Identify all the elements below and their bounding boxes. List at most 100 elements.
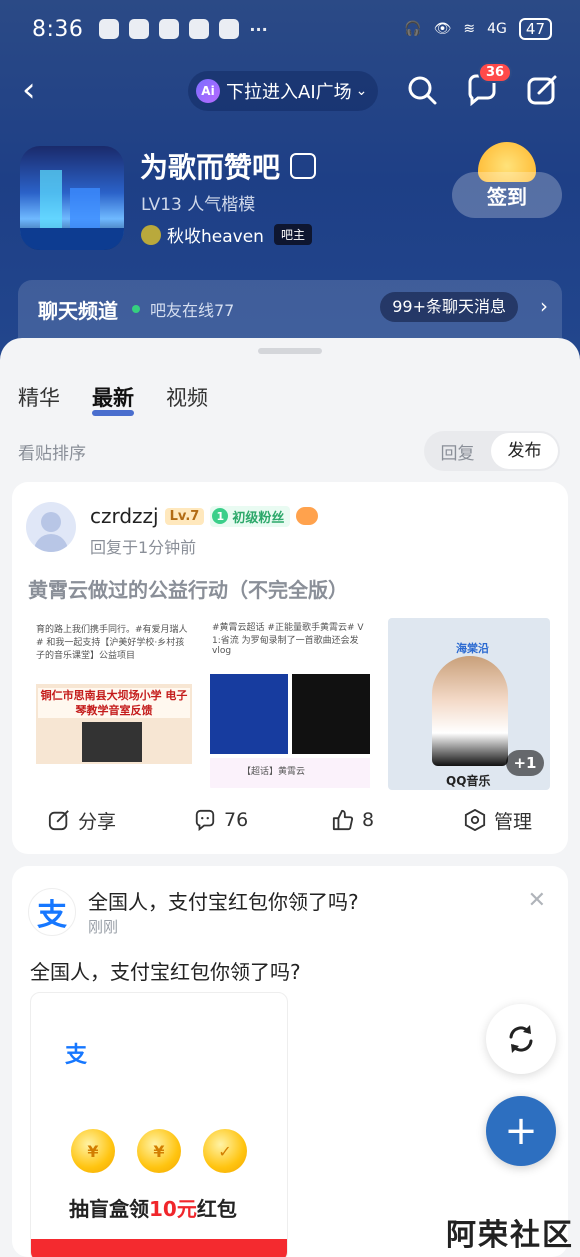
ai-square-button[interactable]: Ai 下拉进入AI广场 ⌄ — [188, 71, 378, 111]
top-nav: ‹ Ai 下拉进入AI广场 ⌄ 36 — [0, 62, 580, 116]
phone-icon — [159, 19, 180, 39]
drag-handle[interactable] — [258, 348, 322, 354]
add-post-button[interactable]: + — [486, 1096, 556, 1166]
owner-name: 秋收heaven — [167, 227, 264, 247]
manage-icon — [464, 809, 486, 831]
wifi-icon: ≋ — [463, 21, 476, 37]
check-coin-icon: ✓ — [203, 1129, 247, 1173]
user-info: czrdzzj Lv.7 1 初级粉丝 — [90, 504, 319, 528]
search-icon[interactable] — [402, 70, 442, 110]
close-icon[interactable]: ✕ — [528, 888, 546, 913]
bar-name: 为歌而赞吧 — [140, 151, 281, 184]
user-name[interactable]: czrdzzj — [90, 504, 159, 528]
post-images: 育的路上我们携手同行。#有爱月瑞人# 和我一起支持【沪美好学校·乡村孩子的音乐课… — [32, 618, 550, 790]
video-thumb-1 — [210, 674, 288, 754]
image-name: 海棠沿 — [456, 642, 489, 655]
bar-level: LV13 人气楷模 — [141, 195, 256, 215]
comment-icon — [195, 809, 215, 831]
refresh-icon — [509, 1025, 533, 1053]
chat-channel[interactable]: 聊天频道 吧友在线77 99+条聊天消息 › — [18, 280, 562, 338]
ad-body: 全国人，支付宝红包你领了吗? — [30, 960, 301, 984]
fan-level-icon: 1 — [212, 508, 229, 524]
bar-avatar[interactable] — [20, 146, 124, 250]
sort-toggle: 回复 发布 — [424, 431, 560, 471]
tab-featured[interactable]: 精华 — [18, 382, 60, 412]
like-button[interactable]: 8 — [332, 809, 374, 831]
post-time: 回复于1分钟前 — [90, 538, 197, 557]
video-thumb-2 — [292, 674, 370, 754]
signal-label: 4G — [487, 21, 507, 37]
app-icon — [99, 19, 120, 39]
ai-icon: Ai — [196, 79, 220, 103]
battery-icon: 47 — [518, 18, 552, 40]
owner-avatar — [141, 224, 161, 245]
bar-owner[interactable]: 秋收heaven 吧主 — [141, 222, 312, 247]
status-time: 8:36 — [32, 16, 84, 42]
coins: ¥ ¥ ✓ — [71, 1129, 247, 1173]
ad-red-bar — [31, 1239, 287, 1257]
chat-messages-count[interactable]: 99+条聊天消息 — [380, 292, 518, 322]
tab-latest[interactable]: 最新 — [92, 382, 134, 416]
sort-label: 看贴排序 — [18, 444, 86, 464]
share-label: 分享 — [78, 810, 117, 833]
watermark: 阿荣社区 — [446, 1218, 574, 1253]
chat-title: 聊天频道 — [38, 298, 118, 323]
browser-icon — [189, 19, 210, 39]
post-image-2[interactable]: #黄霄云超话 #正能量歌手黄霄云# V 1:省流 为罗甸录制了一首歌曲还会发vl… — [210, 618, 372, 790]
sign-in-button[interactable]: 签到 — [452, 172, 562, 218]
image-caption: #黄霄云超话 #正能量歌手黄霄云# V 1:省流 为罗甸录制了一首歌曲还会发vl… — [212, 623, 364, 656]
refresh-button[interactable] — [486, 1004, 556, 1074]
fan-badge: 1 初级粉丝 — [210, 505, 291, 527]
chevron-right-icon: › — [540, 294, 548, 318]
level-badge: Lv.7 — [164, 507, 205, 525]
ad-image[interactable]: 支 ¥ ¥ ✓ 抽盲盒领10元红包 — [30, 992, 288, 1257]
alipay-logo-icon: 支 — [28, 888, 76, 936]
sort-publish-option[interactable]: 发布 — [491, 433, 558, 469]
message-count-badge: 36 — [478, 62, 513, 83]
chevron-down-icon: ⌄ — [355, 83, 368, 99]
ad-title[interactable]: 全国人，支付宝红包你领了吗? — [88, 886, 359, 915]
ad-card[interactable]: 支 全国人，支付宝红包你领了吗? 刚刚 ✕ 全国人，支付宝红包你领了吗? 支 ¥… — [12, 866, 568, 1257]
headphones-icon: 🎧 — [404, 21, 422, 37]
portrait-image — [432, 656, 508, 766]
back-icon[interactable]: ‹ — [22, 72, 58, 108]
feed-tabs: 精华 最新 视频 — [18, 382, 208, 416]
post-actions: 分享 76 8 管理 — [12, 800, 568, 840]
bar-settings-icon[interactable] — [290, 153, 317, 179]
notification-icons: ··· — [99, 19, 268, 39]
post-image-1[interactable]: 育的路上我们携手同行。#有爱月瑞人# 和我一起支持【沪美好学校·乡村孩子的音乐课… — [32, 618, 194, 790]
manage-button[interactable]: 管理 — [464, 807, 532, 834]
baidu-icon — [219, 19, 240, 39]
qq-music-logo: QQ音乐 — [446, 774, 491, 788]
status-bar: 8:36 ··· 🎧 👁 ≋ 4G 47 — [32, 12, 552, 46]
share-button[interactable]: 分享 — [48, 807, 116, 834]
fan-label: 初级粉丝 — [232, 510, 285, 526]
compose-icon[interactable] — [522, 70, 562, 110]
comment-button[interactable]: 76 — [194, 809, 248, 831]
ad-caption: 抽盲盒领10元红包 — [69, 1197, 237, 1221]
tv-image — [82, 722, 142, 762]
online-count: 吧友在线77 — [150, 301, 235, 320]
image-banner: 铜仁市思南县大坝场小学 电子琴教学音室反馈 — [38, 688, 190, 718]
image-caption: 育的路上我们携手同行。#有爱月瑞人# 和我一起支持【沪美好学校·乡村孩子的音乐课… — [36, 625, 188, 661]
ad-amount: 10元 — [149, 1197, 197, 1221]
more-images-badge: +1 — [506, 750, 544, 776]
online-dot-icon — [132, 305, 140, 313]
post-image-3[interactable]: 海棠沿 QQ音乐 +1 — [388, 618, 550, 790]
status-right: 🎧 👁 ≋ 4G 47 — [404, 18, 552, 40]
sort-reply-option[interactable]: 回复 — [424, 439, 491, 464]
share-icon — [48, 810, 69, 831]
coin-icon: ¥ — [71, 1129, 115, 1173]
bar-title: 为歌而赞吧 — [140, 146, 317, 186]
tab-video[interactable]: 视频 — [166, 382, 208, 412]
post-card[interactable]: czrdzzj Lv.7 1 初级粉丝 回复于1分钟前 黄霄云做过的公益行动（不完… — [12, 482, 568, 854]
emoji-badge-icon — [296, 507, 319, 525]
post-title[interactable]: 黄霄云做过的公益行动（不完全版） — [28, 574, 348, 603]
manage-label: 管理 — [494, 810, 533, 833]
owner-tag: 吧主 — [273, 224, 312, 245]
plus-icon: + — [504, 1108, 538, 1154]
ai-square-label: 下拉进入AI广场 — [226, 82, 352, 103]
user-avatar[interactable] — [26, 502, 76, 552]
messages-icon[interactable]: 36 — [462, 62, 513, 110]
thumbs-up-icon — [332, 809, 354, 831]
